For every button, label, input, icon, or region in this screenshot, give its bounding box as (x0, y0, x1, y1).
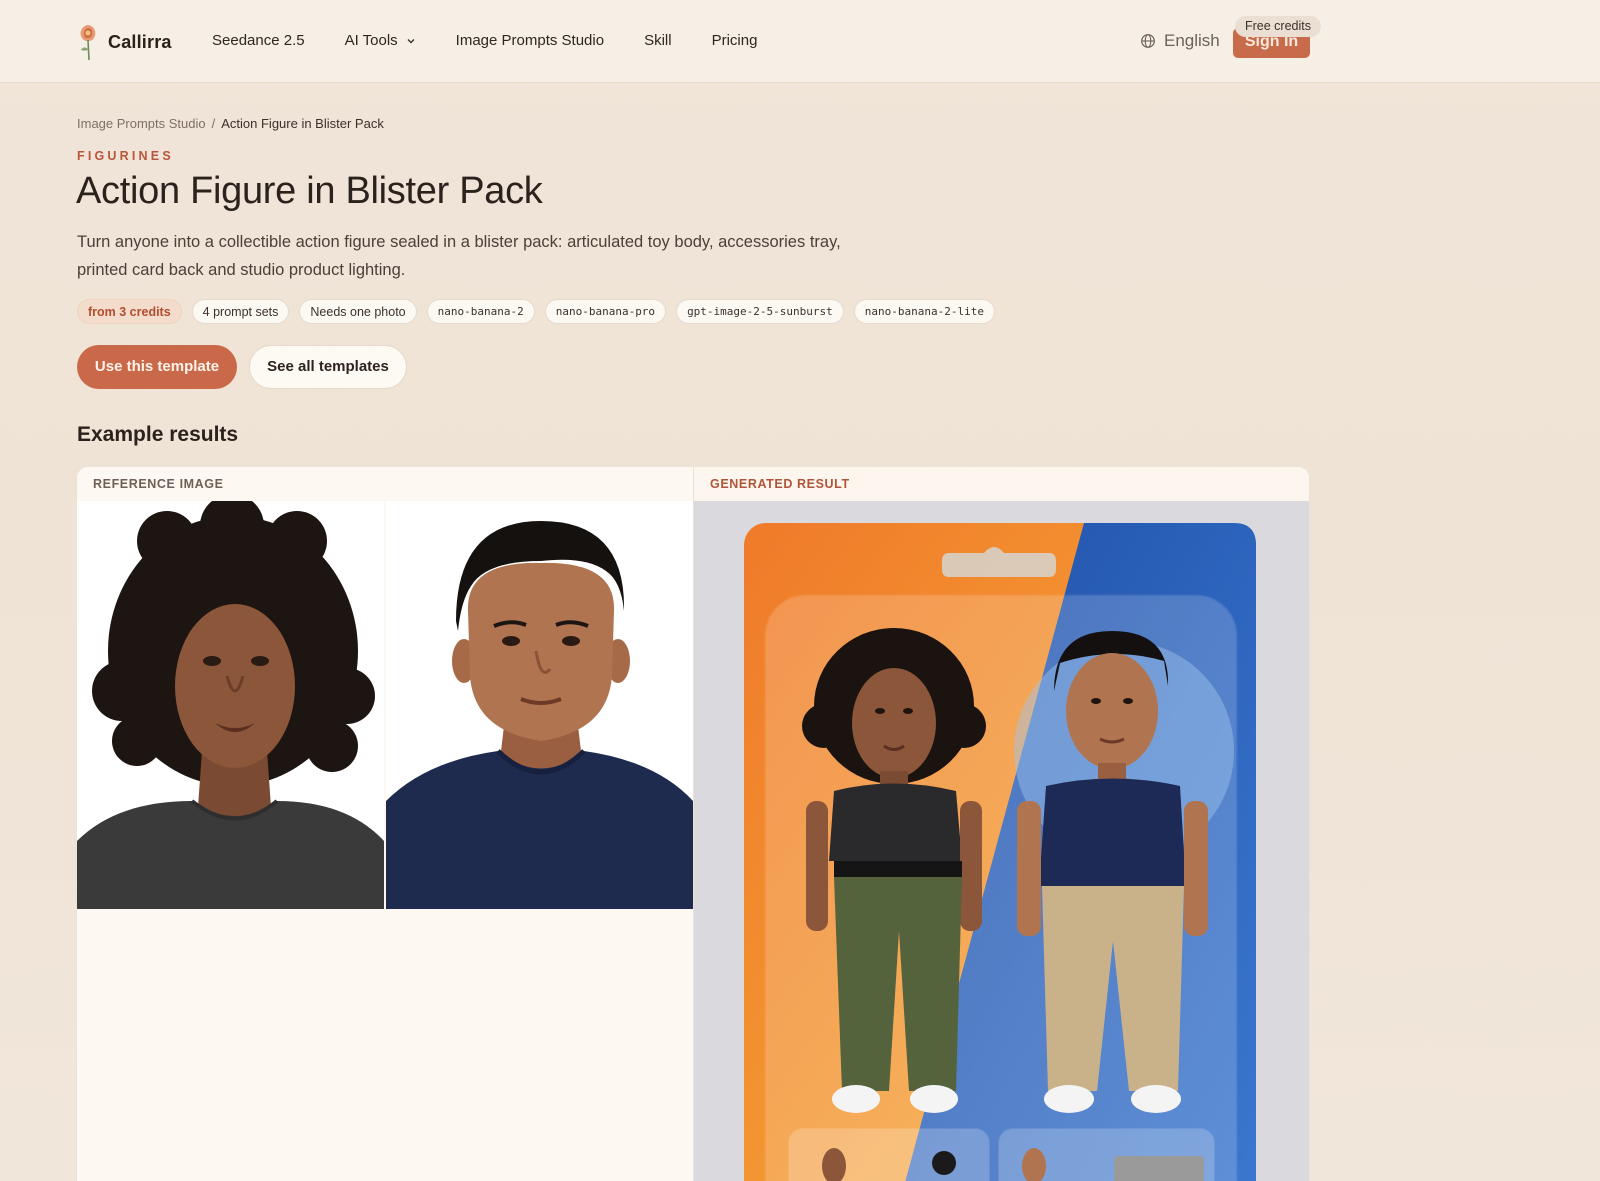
page-description: Turn anyone into a collectible action fi… (77, 233, 841, 279)
brand-home-link[interactable]: Callirra (76, 22, 172, 62)
see-all-templates-button[interactable]: See all templates (249, 345, 407, 389)
category-label: FIGURINES (77, 149, 174, 163)
main-nav: Seedance 2.5 AI Tools Image Prompts Stud… (212, 32, 797, 49)
portrait-man-image (386, 501, 693, 909)
nav-skill[interactable]: Skill (644, 32, 672, 49)
portrait-woman-image (77, 501, 384, 909)
prompt-sets-chip: 4 prompt sets (191, 299, 290, 324)
generated-result-label: GENERATED RESULT (694, 467, 1309, 501)
nav-seedance-label: Seedance 2.5 (212, 32, 305, 49)
nav-ai-tools-dropdown[interactable]: AI Tools (345, 32, 416, 49)
top-navigation-bar: Callirra Seedance 2.5 AI Tools Image Pro… (0, 0, 1600, 83)
meta-chips: from 3 credits 4 prompt sets Needs one p… (77, 299, 995, 324)
breadcrumb-separator: / (211, 116, 216, 131)
breadcrumb-parent-link[interactable]: Image Prompts Studio (77, 116, 206, 131)
reference-photo-man (386, 501, 693, 909)
language-label: English (1164, 31, 1220, 50)
language-selector[interactable]: English (1140, 31, 1220, 51)
action-figure-blister-pack-image (694, 501, 1309, 1181)
generated-result-image (694, 501, 1309, 1181)
example-results-panel: REFERENCE IMAGE GENERATED RESULT (76, 466, 1310, 1181)
brand-name: Callirra (108, 31, 172, 52)
nav-skill-label: Skill (644, 32, 672, 49)
nav-pricing[interactable]: Pricing (712, 32, 758, 49)
nav-ai-tools-label: AI Tools (344, 32, 398, 49)
example-results-heading: Example results (77, 423, 239, 446)
model-chip: nano-banana-2-lite (853, 299, 995, 324)
breadcrumb-current: Action Figure in Blister Pack (221, 116, 384, 131)
credits-chip: from 3 credits (77, 299, 182, 324)
free-credits-badge: Free credits (1235, 16, 1321, 37)
model-chip: gpt-image-2-5-sunburst (676, 299, 844, 324)
model-chip: nano-banana-2 (426, 299, 535, 324)
nav-image-prompts-studio[interactable]: Image Prompts Studio (456, 32, 604, 49)
chevron-down-icon (407, 38, 415, 43)
globe-icon (1141, 34, 1155, 48)
model-chip: nano-banana-pro (544, 299, 667, 324)
reference-photo-woman (77, 501, 384, 909)
nav-image-prompts-label: Image Prompts Studio (455, 32, 605, 49)
use-template-button[interactable]: Use this template (77, 345, 237, 389)
reference-image-label: REFERENCE IMAGE (77, 467, 693, 501)
nav-pricing-label: Pricing (711, 32, 758, 49)
page-title: Action Figure in Blister Pack (76, 170, 543, 212)
nav-seedance[interactable]: Seedance 2.5 (212, 32, 305, 49)
photo-requirement-chip: Needs one photo (299, 299, 417, 324)
flower-logo-icon (80, 25, 96, 61)
breadcrumb: Image Prompts Studio / Action Figure in Bl… (77, 116, 384, 131)
